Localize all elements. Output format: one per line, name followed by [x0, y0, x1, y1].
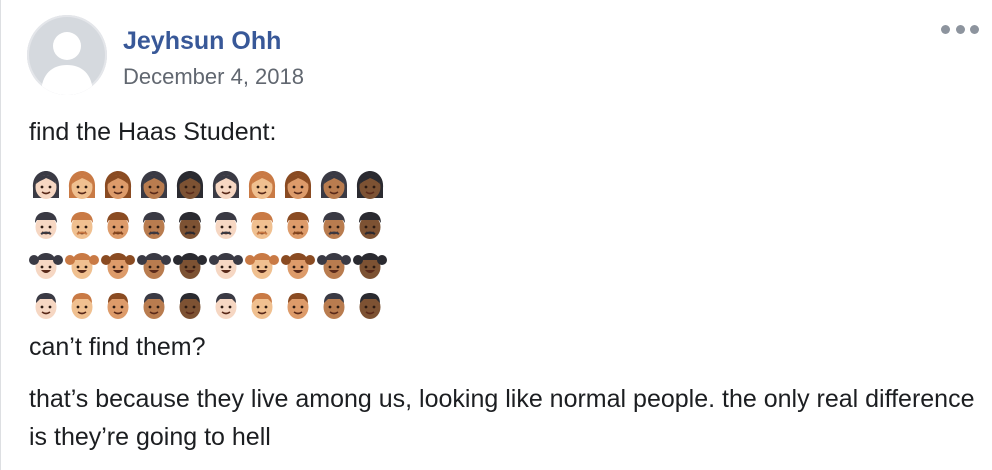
- man-emoji-icon: [208, 208, 244, 244]
- emoji-row: [28, 248, 388, 288]
- boy-emoji-icon: [64, 288, 100, 324]
- dot: [970, 24, 979, 34]
- emoji-grid: [28, 168, 388, 328]
- man-emoji-icon: [352, 208, 388, 244]
- post-date-link[interactable]: December 4, 2018: [123, 64, 304, 90]
- woman-emoji-icon: [136, 168, 172, 204]
- girl-emoji-icon: [100, 248, 136, 284]
- man-emoji-icon: [100, 208, 136, 244]
- girl-emoji-icon: [172, 248, 208, 284]
- girl-emoji-icon: [28, 248, 64, 284]
- emoji-row: [28, 208, 388, 248]
- emoji-row: [28, 288, 388, 328]
- post-text-line: can’t find them?: [29, 333, 206, 361]
- girl-emoji-icon: [316, 248, 352, 284]
- post-text-line: find the Haas Student:: [29, 118, 277, 146]
- man-emoji-icon: [280, 208, 316, 244]
- girl-emoji-icon: [208, 248, 244, 284]
- woman-emoji-icon: [172, 168, 208, 204]
- man-emoji-icon: [316, 208, 352, 244]
- man-emoji-icon: [136, 208, 172, 244]
- woman-emoji-icon: [100, 168, 136, 204]
- woman-emoji-icon: [244, 168, 280, 204]
- facebook-post: Jeyhsun Ohh December 4, 2018 find the Ha…: [0, 0, 992, 470]
- author-name-link[interactable]: Jeyhsun Ohh: [123, 27, 281, 56]
- boy-emoji-icon: [316, 288, 352, 324]
- man-emoji-icon: [244, 208, 280, 244]
- woman-emoji-icon: [64, 168, 100, 204]
- girl-emoji-icon: [244, 248, 280, 284]
- girl-emoji-icon: [136, 248, 172, 284]
- ellipsis-icon[interactable]: [941, 18, 979, 40]
- girl-emoji-icon: [280, 248, 316, 284]
- woman-emoji-icon: [352, 168, 388, 204]
- boy-emoji-icon: [136, 288, 172, 324]
- boy-emoji-icon: [28, 288, 64, 324]
- boy-emoji-icon: [100, 288, 136, 324]
- man-emoji-icon: [64, 208, 100, 244]
- profile-avatar-icon[interactable]: [27, 15, 107, 95]
- girl-emoji-icon: [64, 248, 100, 284]
- woman-emoji-icon: [28, 168, 64, 204]
- dot: [941, 24, 950, 34]
- boy-emoji-icon: [352, 288, 388, 324]
- woman-emoji-icon: [280, 168, 316, 204]
- woman-emoji-icon: [208, 168, 244, 204]
- boy-emoji-icon: [172, 288, 208, 324]
- boy-emoji-icon: [280, 288, 316, 324]
- boy-emoji-icon: [244, 288, 280, 324]
- woman-emoji-icon: [316, 168, 352, 204]
- post-text-paragraph: that’s because they live among us, looki…: [29, 385, 975, 451]
- man-emoji-icon: [28, 208, 64, 244]
- dot: [955, 24, 965, 34]
- emoji-row: [28, 168, 388, 208]
- boy-emoji-icon: [208, 288, 244, 324]
- man-emoji-icon: [172, 208, 208, 244]
- girl-emoji-icon: [352, 248, 388, 284]
